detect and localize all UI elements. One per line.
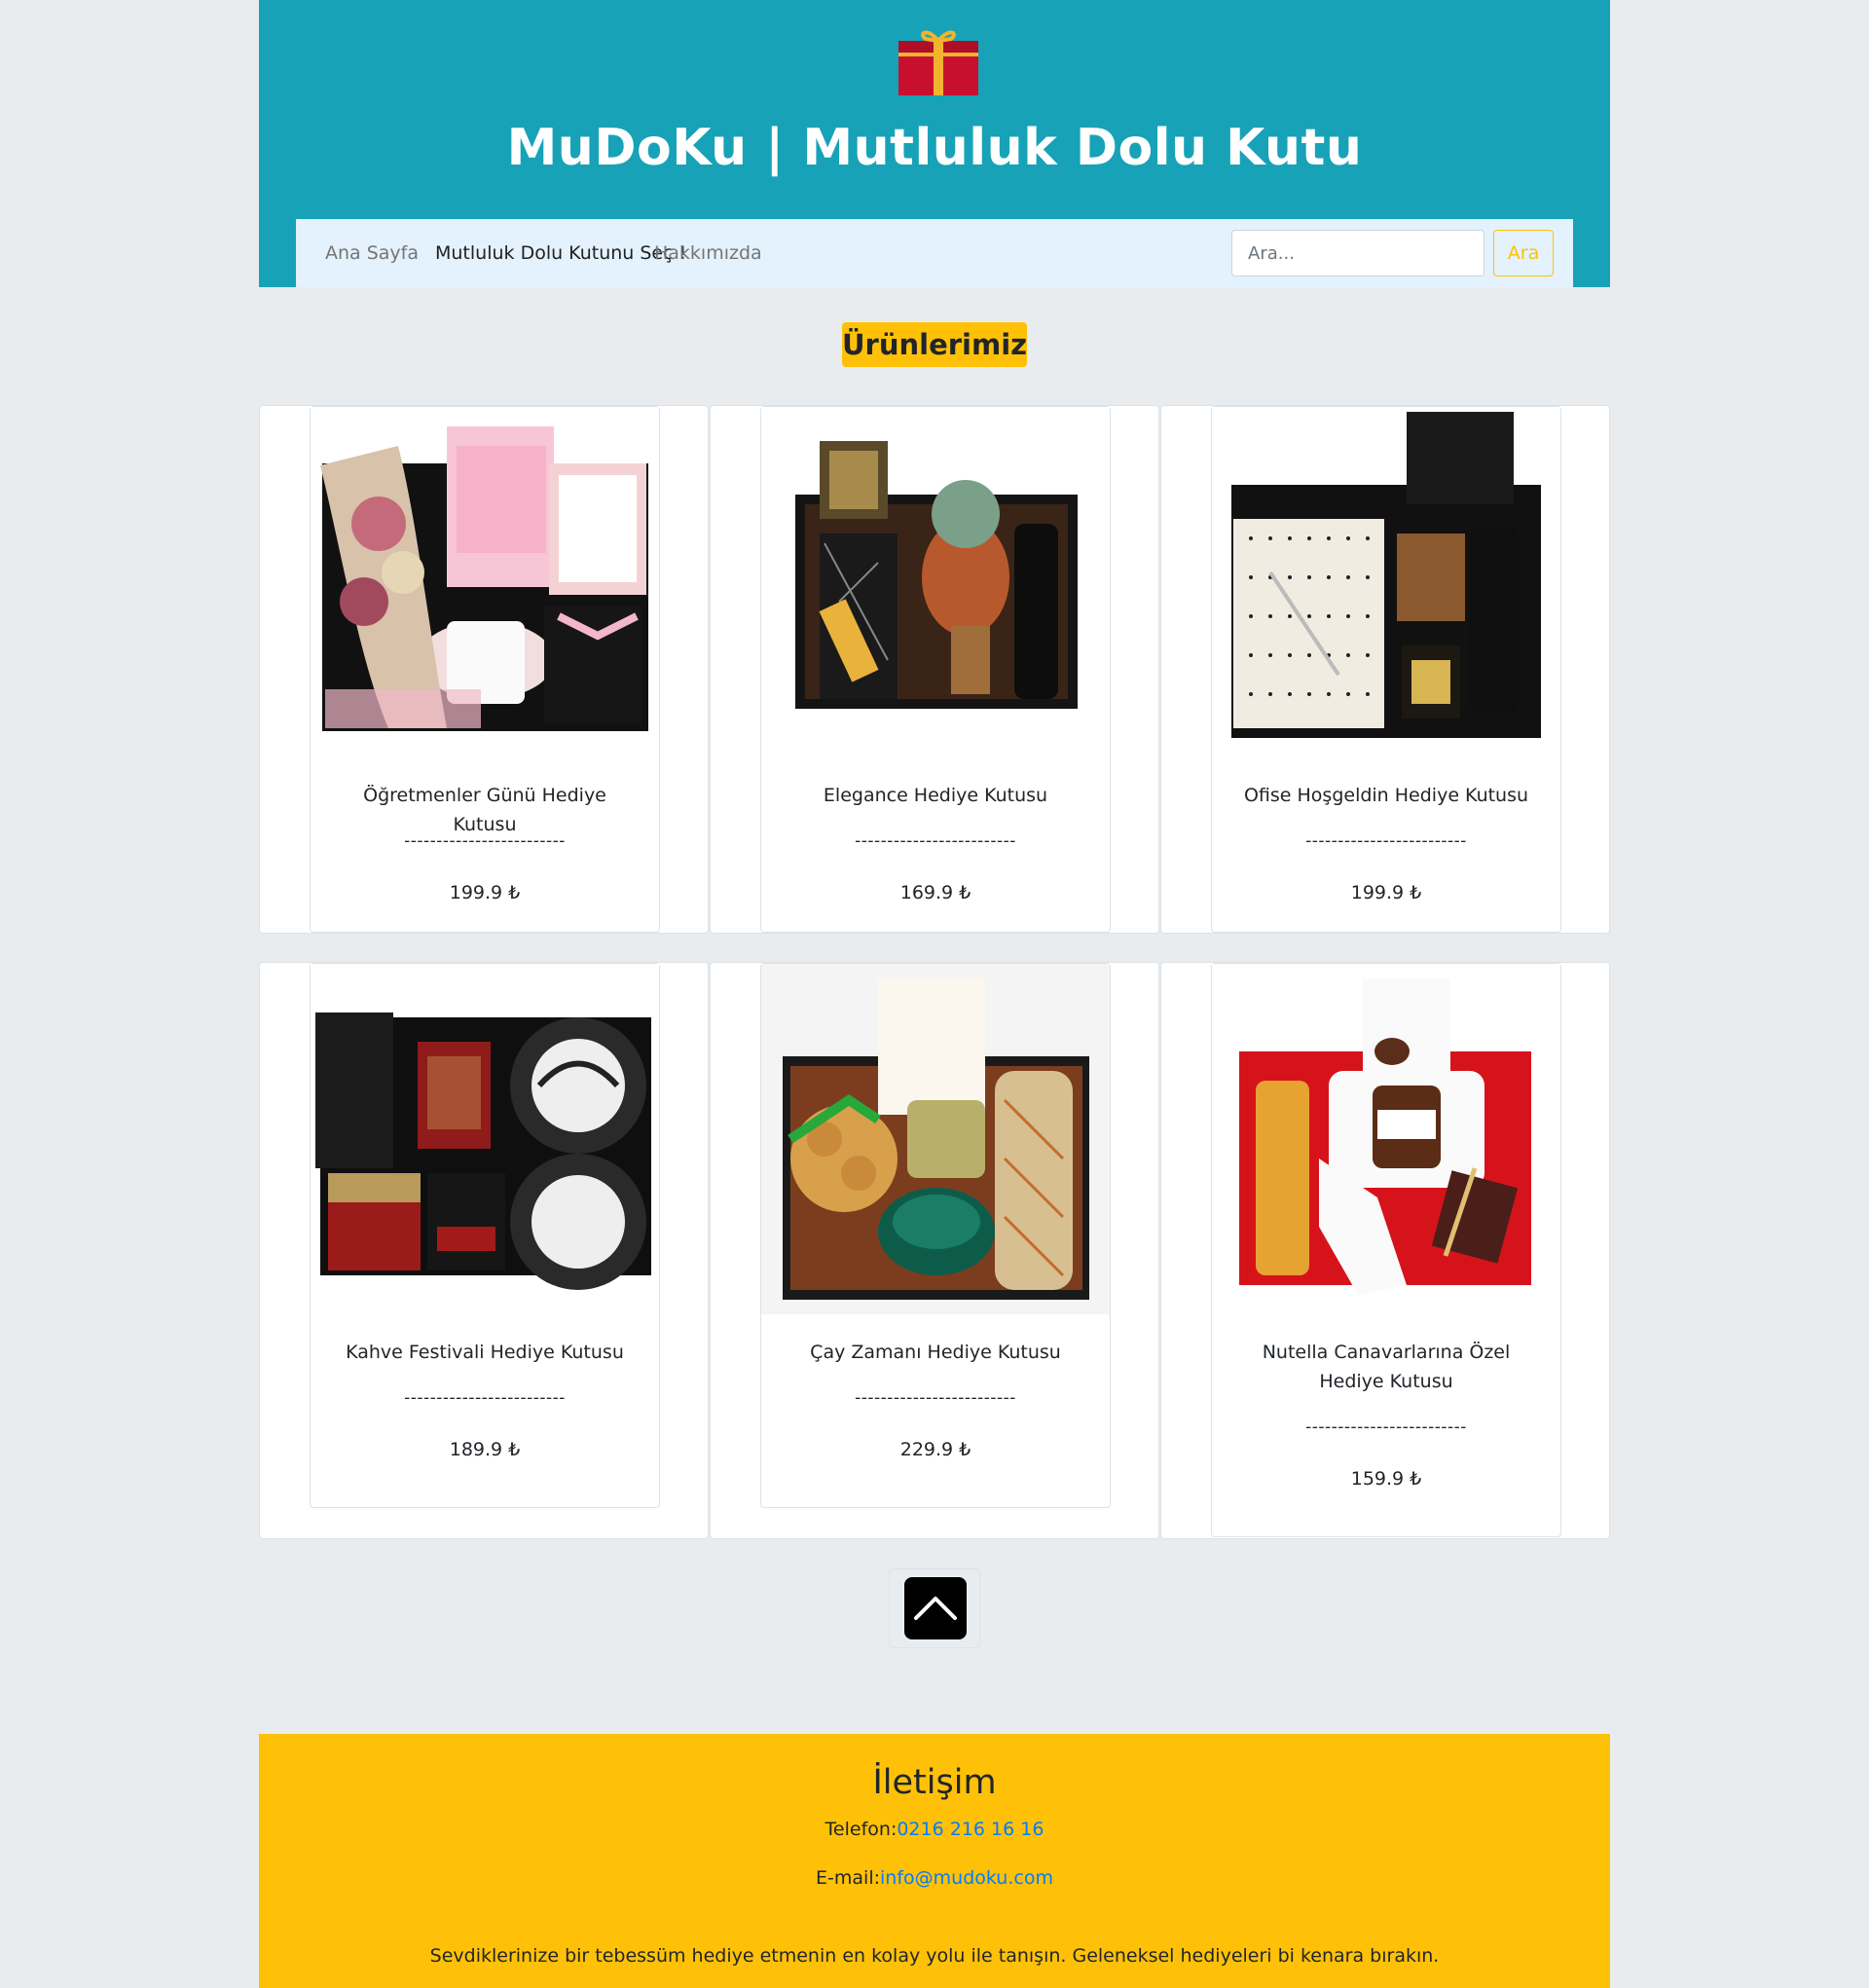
footer-phone: Telefon:0216 216 16 16 — [259, 1819, 1610, 1840]
nav-item-about[interactable]: Hakkımızda — [654, 242, 762, 264]
product-column: Öğretmenler Günü Hediye Kutusu ---------… — [259, 405, 709, 934]
search-button[interactable]: Ara — [1493, 230, 1554, 276]
product-column: Ofise Hoşgeldin Hediye Kutusu ----------… — [1160, 405, 1610, 934]
product-separator: ------------------------- — [1305, 831, 1467, 851]
product-separator: ------------------------- — [404, 1388, 566, 1408]
product-card[interactable]: Ofise Hoşgeldin Hediye Kutusu ----------… — [1211, 406, 1561, 933]
footer-title: İletişim — [872, 1763, 997, 1802]
product-card[interactable]: Öğretmenler Günü Hediye Kutusu ---------… — [310, 406, 660, 933]
product-price: 169.9 ₺ — [899, 882, 971, 903]
chevron-up-icon[interactable] — [904, 1577, 967, 1639]
product-image[interactable] — [311, 964, 659, 1314]
site-header: MuDoKu | Mutluluk Dolu Kutu Ana Sayfa Mu… — [259, 0, 1610, 287]
product-column: Kahve Festivali Hediye Kutusu ----------… — [259, 962, 709, 1539]
product-price: 199.9 ₺ — [1350, 882, 1422, 903]
gift-box-icon[interactable] — [897, 25, 980, 97]
product-name[interactable]: Kahve Festivali Hediye Kutusu — [330, 1338, 640, 1367]
product-price: 189.9 ₺ — [449, 1439, 521, 1460]
phone-link[interactable]: 0216 216 16 16 — [897, 1819, 1044, 1840]
product-column: Elegance Hediye Kutusu -----------------… — [710, 405, 1159, 934]
product-name[interactable]: Nutella Canavarlarına Özel Hediye Kutusu — [1231, 1338, 1541, 1396]
nav-item-choose-box[interactable]: Mutluluk Dolu Kutunu Seç ! — [435, 242, 686, 264]
product-price: 159.9 ₺ — [1350, 1468, 1422, 1490]
product-card[interactable]: Nutella Canavarlarına Özel Hediye Kutusu… — [1211, 963, 1561, 1537]
product-name[interactable]: Öğretmenler Günü Hediye Kutusu — [330, 781, 640, 839]
email-label: E-mail: — [816, 1867, 881, 1889]
product-card[interactable]: Elegance Hediye Kutusu -----------------… — [760, 406, 1111, 933]
product-card[interactable]: Kahve Festivali Hediye Kutusu ----------… — [310, 963, 660, 1508]
product-image[interactable] — [761, 407, 1110, 757]
site-footer: İletişim Telefon:0216 216 16 16 E-mail:i… — [259, 1734, 1610, 1988]
nav-item-home[interactable]: Ana Sayfa — [325, 242, 419, 264]
product-name[interactable]: Elegance Hediye Kutusu — [781, 781, 1090, 810]
product-separator: ------------------------- — [404, 831, 566, 851]
footer-tagline: Sevdiklerinize bir tebessüm hediye etmen… — [429, 1945, 1440, 1967]
product-separator: ------------------------- — [1305, 1417, 1467, 1437]
main-navbar: Ana Sayfa Mutluluk Dolu Kutunu Seç ! Hak… — [296, 219, 1573, 287]
product-row: Kahve Festivali Hediye Kutusu ----------… — [259, 962, 1610, 1539]
product-card[interactable]: Çay Zamanı Hediye Kutusu ---------------… — [760, 963, 1111, 1508]
product-image[interactable] — [1212, 964, 1560, 1314]
product-separator: ------------------------- — [855, 831, 1016, 851]
product-image[interactable] — [1212, 407, 1560, 757]
product-separator: ------------------------- — [855, 1388, 1016, 1408]
section-title: Ürünlerimiz — [842, 322, 1027, 367]
product-name[interactable]: Çay Zamanı Hediye Kutusu — [781, 1338, 1090, 1367]
scroll-top-button[interactable] — [889, 1568, 980, 1648]
search-input[interactable] — [1231, 230, 1484, 276]
product-price: 229.9 ₺ — [899, 1439, 971, 1460]
footer-email: E-mail:info@mudoku.com — [259, 1867, 1610, 1889]
phone-label: Telefon: — [825, 1819, 898, 1840]
product-image[interactable] — [311, 407, 659, 757]
email-link[interactable]: info@mudoku.com — [880, 1867, 1053, 1889]
site-title: MuDoKu | Mutluluk Dolu Kutu — [506, 119, 1363, 177]
product-column: Nutella Canavarlarına Özel Hediye Kutusu… — [1160, 962, 1610, 1539]
product-price: 199.9 ₺ — [449, 882, 521, 903]
product-image[interactable] — [761, 964, 1110, 1314]
product-name[interactable]: Ofise Hoşgeldin Hediye Kutusu — [1231, 781, 1541, 810]
product-row: Öğretmenler Günü Hediye Kutusu ---------… — [259, 405, 1610, 934]
product-column: Çay Zamanı Hediye Kutusu ---------------… — [710, 962, 1159, 1539]
